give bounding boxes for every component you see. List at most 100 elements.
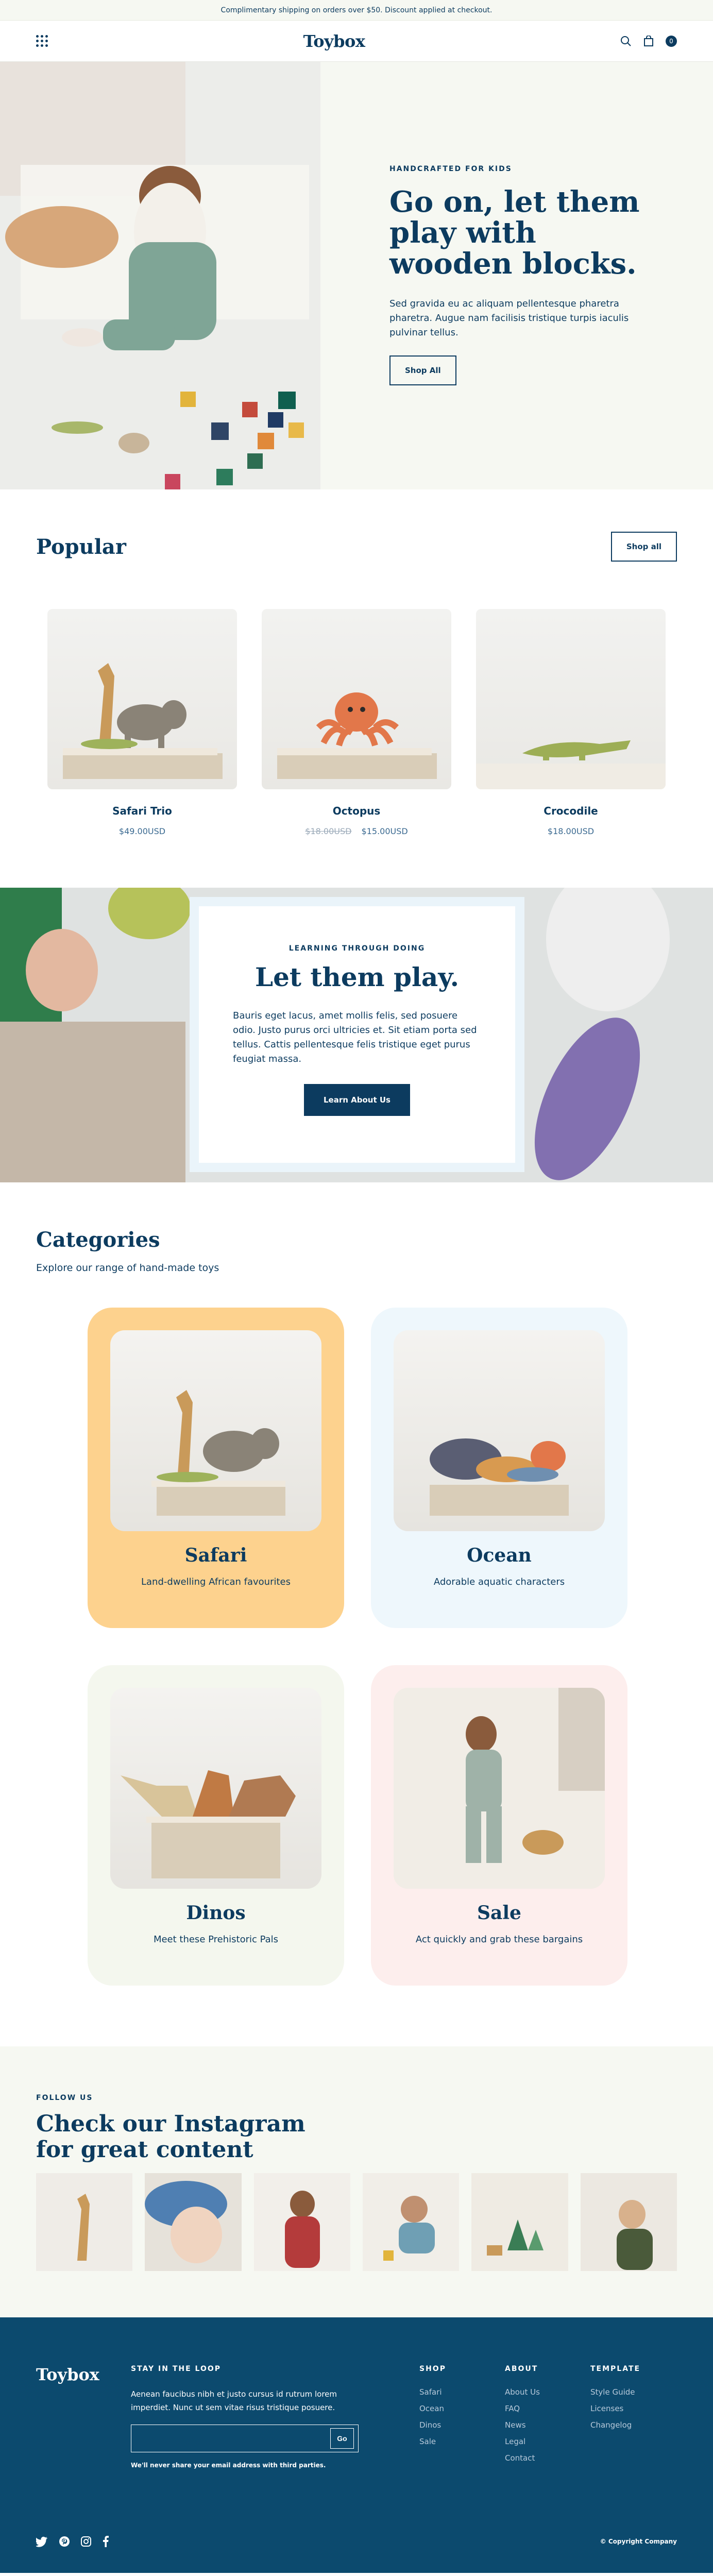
footer-link-style-guide[interactable]: Style Guide <box>590 2387 676 2397</box>
hero-body: Sed gravida eu ac aliquam pellentesque p… <box>389 298 629 338</box>
popular-shop-all-button[interactable]: Shop all <box>610 532 677 562</box>
pinterest-icon[interactable] <box>59 2536 70 2547</box>
product-image[interactable] <box>262 609 451 789</box>
category-title[interactable]: Ocean <box>394 1545 605 1566</box>
category-card-dinos[interactable]: Dinos Meet these Prehistoric Pals <box>88 1665 344 1986</box>
footer-link-contact[interactable]: Contact <box>505 2453 590 2463</box>
footer-link-news[interactable]: News <box>505 2420 590 2430</box>
footer-link-about-us[interactable]: About Us <box>505 2387 590 2397</box>
footer-link-legal[interactable]: Legal <box>505 2437 590 2446</box>
subscribe-button[interactable]: Go <box>330 2428 354 2449</box>
newsletter: STAY IN THE LOOP Aenean faucibus nibh et… <box>131 2365 419 2470</box>
category-grid: Safari Land-dwelling African favourites … <box>36 1308 677 1986</box>
product-name[interactable]: Crocodile <box>476 805 666 817</box>
hero-section: HANDCRAFTED FOR KIDS Go on, let them pla… <box>0 62 713 489</box>
footer-about-column: ABOUT About Us FAQ News Legal Contact <box>505 2365 590 2470</box>
header-actions: 0 <box>620 35 677 47</box>
product-name[interactable]: Octopus <box>262 805 451 817</box>
instagram-photo[interactable] <box>36 2173 133 2271</box>
instagram-icon[interactable] <box>80 2536 92 2547</box>
category-image <box>110 1688 321 1889</box>
newsletter-heading: STAY IN THE LOOP <box>131 2365 222 2373</box>
category-image <box>394 1688 605 1889</box>
site-footer: Toybox STAY IN THE LOOP Aenean faucibus … <box>0 2317 713 2573</box>
privacy-note: We'll never share your email address wit… <box>131 2462 326 2469</box>
category-card-safari[interactable]: Safari Land-dwelling African favourites <box>88 1308 344 1628</box>
categories-title: Categories <box>36 1228 160 1252</box>
facebook-icon[interactable] <box>102 2536 109 2547</box>
product-price: $18.00USD <box>476 826 666 836</box>
social-links <box>36 2536 109 2547</box>
footer-link-changelog[interactable]: Changelog <box>590 2420 676 2430</box>
category-card-ocean[interactable]: Ocean Adorable aquatic characters <box>371 1308 627 1628</box>
footer-link-dinos[interactable]: Dinos <box>419 2420 505 2430</box>
product-price: $49.00USD <box>47 826 237 836</box>
product-image[interactable] <box>476 609 666 789</box>
footer-template-heading: TEMPLATE <box>590 2365 641 2373</box>
product-card[interactable]: Safari Trio $49.00USD <box>47 609 237 836</box>
menu-grid-icon[interactable] <box>36 35 48 47</box>
categories-section: Categories Explore our range of hand-mad… <box>0 1182 713 2046</box>
announcement-bar: Complimentary shipping on orders over $5… <box>0 0 713 21</box>
category-title[interactable]: Dinos <box>110 1902 321 1924</box>
category-image <box>110 1330 321 1531</box>
category-title[interactable]: Safari <box>110 1545 321 1566</box>
instagram-photo[interactable] <box>362 2173 460 2271</box>
site-header: Toybox 0 <box>0 21 713 62</box>
popular-section: Popular Shop all Safari Trio $49.00USD O… <box>0 489 713 888</box>
bag-icon[interactable] <box>643 35 654 47</box>
announcement-text: Complimentary shipping on orders over $5… <box>220 6 493 14</box>
newsletter-text: Aenean faucibus nibh et justo cursus id … <box>131 2389 337 2412</box>
hero-title: Go on, let them play with wooden blocks. <box>389 185 640 281</box>
footer-link-faq[interactable]: FAQ <box>505 2404 590 2413</box>
product-price-old: $18.00USD <box>305 826 352 836</box>
newsletter-form: Go <box>131 2425 359 2452</box>
category-image <box>394 1330 605 1531</box>
learning-eyebrow: LEARNING THROUGH DOING <box>288 944 426 953</box>
category-title[interactable]: Sale <box>394 1902 605 1924</box>
hero-eyebrow: HANDCRAFTED FOR KIDS <box>389 165 512 173</box>
learn-about-us-button[interactable]: Learn About Us <box>304 1084 410 1116</box>
product-price-current: $18.00USD <box>547 826 595 836</box>
footer-shop-column: SHOP Safari Ocean Dinos Sale <box>419 2365 505 2470</box>
instagram-photo[interactable] <box>471 2173 568 2271</box>
instagram-photo[interactable] <box>580 2173 677 2271</box>
product-price-current: $15.00USD <box>361 826 408 836</box>
learning-card: LEARNING THROUGH DOING Let them play. Ba… <box>190 897 524 1172</box>
instagram-eyebrow: FOLLOW US <box>36 2094 93 2102</box>
copyright: © Copyright Company <box>600 2538 677 2545</box>
popular-title: Popular <box>36 534 126 559</box>
product-card[interactable]: Octopus $18.00USD $15.00USD <box>262 609 451 836</box>
instagram-feed <box>36 2173 677 2271</box>
product-card[interactable]: Crocodile $18.00USD <box>476 609 666 836</box>
instagram-photo[interactable] <box>145 2173 242 2271</box>
hero-image <box>0 62 320 489</box>
shop-all-button[interactable]: Shop All <box>389 355 456 385</box>
product-image[interactable] <box>47 609 237 789</box>
footer-link-ocean[interactable]: Ocean <box>419 2404 505 2413</box>
product-name[interactable]: Safari Trio <box>47 805 237 817</box>
category-card-sale[interactable]: Sale Act quickly and grab these bargains <box>371 1665 627 1986</box>
categories-subtitle: Explore our range of hand-made toys <box>36 1262 219 1274</box>
footer-link-sale[interactable]: Sale <box>419 2437 505 2446</box>
instagram-photo[interactable] <box>253 2173 350 2271</box>
footer-logo[interactable]: Toybox <box>36 2365 131 2470</box>
cart-count-badge[interactable]: 0 <box>666 35 677 47</box>
product-price-current: $49.00USD <box>118 826 166 836</box>
search-icon[interactable] <box>620 36 632 47</box>
twitter-icon[interactable] <box>36 2536 48 2547</box>
category-description: Land-dwelling African favourites <box>141 1577 291 1587</box>
product-grid: Safari Trio $49.00USD Octopus $18.00USD … <box>36 609 677 836</box>
instagram-section: FOLLOW US Check our Instagram for great … <box>0 2046 713 2317</box>
category-description: Meet these Prehistoric Pals <box>153 1934 279 1945</box>
footer-link-licenses[interactable]: Licenses <box>590 2404 676 2413</box>
learning-banner: LEARNING THROUGH DOING Let them play. Ba… <box>0 888 713 1182</box>
category-description: Adorable aquatic characters <box>433 1577 565 1587</box>
footer-template-column: TEMPLATE Style Guide Licenses Changelog <box>590 2365 676 2470</box>
hero-content: HANDCRAFTED FOR KIDS Go on, let them pla… <box>320 62 713 489</box>
footer-about-heading: ABOUT <box>505 2365 538 2373</box>
email-input[interactable] <box>140 2434 325 2443</box>
footer-link-safari[interactable]: Safari <box>419 2387 505 2397</box>
site-logo[interactable]: Toybox <box>303 31 365 51</box>
category-description: Act quickly and grab these bargains <box>415 1934 583 1945</box>
